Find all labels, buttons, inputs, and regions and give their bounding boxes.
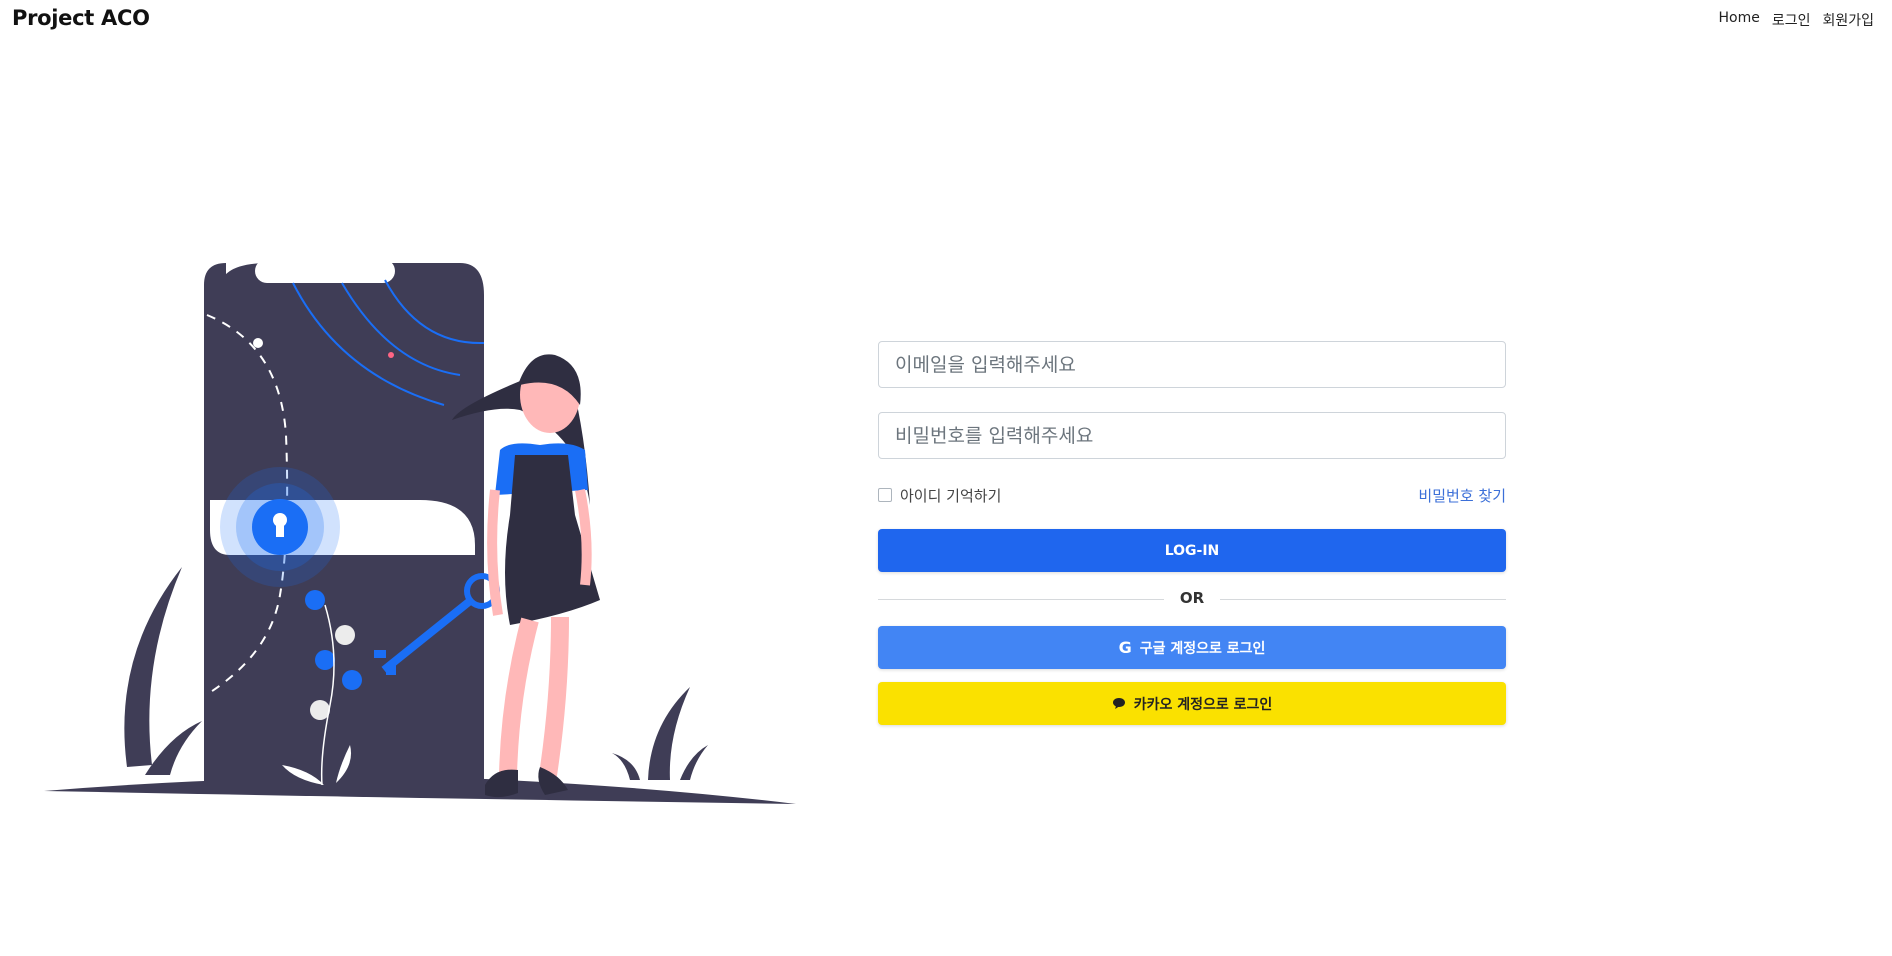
- login-options-row: 아이디 기억하기 비밀번호 찾기: [878, 484, 1506, 506]
- password-input[interactable]: [878, 412, 1506, 459]
- email-input[interactable]: [878, 341, 1506, 388]
- google-g-icon: G: [1118, 638, 1132, 657]
- chat-bubble-icon: [1112, 698, 1125, 709]
- remember-me[interactable]: 아이디 기억하기: [878, 485, 1001, 506]
- or-divider: OR: [878, 588, 1506, 610]
- remember-me-label: 아이디 기억하기: [900, 486, 1002, 505]
- login-illustration: [44, 259, 796, 804]
- login-button-label: LOG-IN: [1164, 542, 1220, 559]
- or-divider-label: OR: [1163, 589, 1221, 607]
- nav-home-link[interactable]: Home: [1718, 10, 1759, 30]
- login-form: 아이디 기억하기 비밀번호 찾기 LOG-IN OR G 구글 계정으로 로그인…: [878, 341, 1506, 725]
- remember-me-checkbox[interactable]: [878, 488, 892, 502]
- phone-notch: [255, 259, 395, 283]
- leaf-left-1: [124, 567, 182, 767]
- navbar: Project ACO Home 로그인 회원가입: [0, 0, 1892, 40]
- girl-shoe-left: [485, 769, 518, 798]
- kakao-login-label: 카카오 계정으로 로그인: [1133, 696, 1273, 713]
- nav-links: Home 로그인 회원가입: [1718, 10, 1874, 30]
- kakao-login-button[interactable]: 카카오 계정으로 로그인: [878, 682, 1506, 725]
- brand-logo[interactable]: Project ACO: [12, 6, 150, 30]
- google-login-button[interactable]: G 구글 계정으로 로그인: [878, 626, 1506, 669]
- google-login-label: 구글 계정으로 로그인: [1139, 640, 1266, 657]
- find-password-link[interactable]: 비밀번호 찾기: [1418, 485, 1506, 506]
- login-button[interactable]: LOG-IN: [878, 529, 1506, 572]
- nav-login-link[interactable]: 로그인: [1772, 10, 1811, 30]
- leaf-left-2: [145, 721, 202, 775]
- nav-signup-link[interactable]: 회원가입: [1822, 10, 1874, 30]
